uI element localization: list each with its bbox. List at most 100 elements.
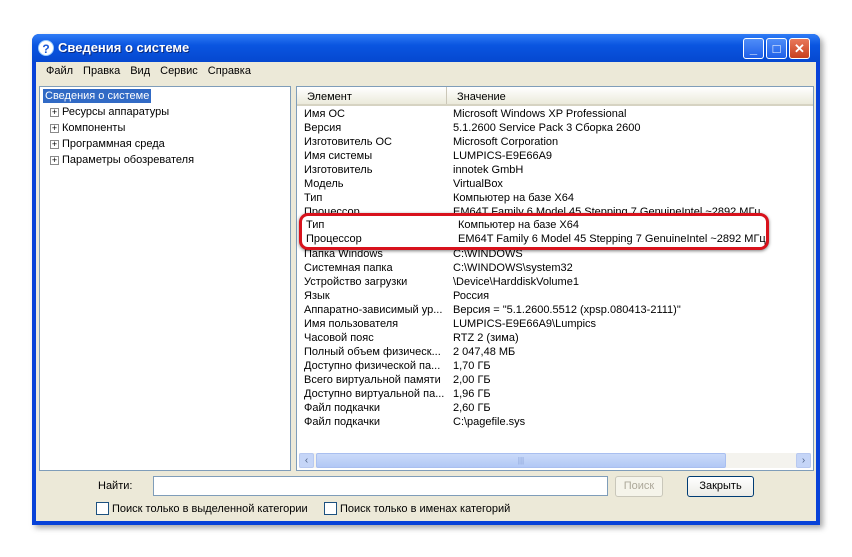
table-row[interactable]: Версия 5.1.2600 Service Pack 3 Сборка 260… [297,121,813,135]
row-value: Россия [453,290,490,302]
maximize-button[interactable]: □ [766,38,787,59]
row-item: Полный объем физическ... [304,346,441,358]
find-input[interactable] [153,476,608,496]
checkbox-box[interactable] [96,502,109,515]
horizontal-scrollbar[interactable]: ‹ ||| › [299,453,811,468]
scrollbar-thumb[interactable]: ||| [316,453,726,468]
row-item: Модель [304,178,344,190]
row-item: Устройство загрузки [304,276,408,288]
row-item: Доступно физической па... [304,360,441,372]
row-value: 1,70 ГБ [453,360,491,372]
table-row[interactable]: Доступно виртуальной па... 1,96 ГБ [297,387,813,401]
search-button[interactable]: Поиск [615,476,663,497]
row-value: Microsoft Corporation [453,136,559,148]
row-item: Имя ОС [304,108,345,120]
close-window-button[interactable]: ✕ [789,38,810,59]
row-item: Изготовитель [304,164,373,176]
close-button[interactable]: Закрыть [687,476,754,497]
row-item: Изготовитель ОС [304,136,392,148]
menu-edit[interactable]: Правка [78,62,125,80]
table-row[interactable]: Файл подкачки C:\pagefile.sys [297,415,813,429]
tree-item-browser[interactable]: + Параметры обозревателя [50,152,194,168]
expand-icon[interactable]: + [50,155,59,165]
highlighted-row[interactable]: Процессор EM64T Family 6 Model 45 Steppin… [302,232,766,246]
expand-icon[interactable]: + [50,107,59,117]
row-item: Аппаратно-зависимый ур... [304,304,443,316]
table-row[interactable]: Модель VirtualBox [297,177,813,191]
table-row[interactable]: Изготовитель ОС Microsoft Corporation [297,135,813,149]
system-info-window: ? Сведения о системе _ □ ✕ Файл Правка В… [32,34,820,525]
help-icon: ? [38,40,54,56]
table-row[interactable]: Полный объем физическ... 2 047,48 МБ [297,345,813,359]
checkbox-box[interactable] [324,502,337,515]
scroll-right-icon[interactable]: › [796,453,811,468]
title-bar[interactable]: ? Сведения о системе _ □ ✕ [32,34,820,62]
scroll-left-icon[interactable]: ‹ [299,453,314,468]
tree-item-software[interactable]: + Программная среда [50,136,165,152]
row-value: Компьютер на базе X64 [453,192,574,204]
category-tree[interactable]: Сведения о системе + Ресурсы аппаратуры +… [39,86,291,471]
list-rows: Имя ОС Microsoft Windows XP Professional В… [297,107,813,429]
expand-icon[interactable]: + [50,139,59,149]
tree-item-label: Программная среда [62,138,165,150]
row-value: 2,00 ГБ [453,374,491,386]
row-value: C:\pagefile.sys [453,416,526,428]
client-area: Файл Правка Вид Сервис Справка Сведения … [36,62,816,521]
table-row[interactable]: Доступно физической па... 1,70 ГБ [297,359,813,373]
row-item: Тип [304,192,323,204]
table-row[interactable]: Язык Россия [297,289,813,303]
table-row[interactable]: Изготовитель innotek GmbH [297,163,813,177]
checkbox-label: Поиск только в выделенной категории [112,502,308,515]
row-item: Версия [304,122,342,134]
checkbox-selected-category[interactable]: Поиск только в выделенной категории [96,502,308,515]
checkbox-label: Поиск только в именах категорий [340,502,511,515]
tree-item-hardware[interactable]: + Ресурсы аппаратуры [50,104,169,120]
row-value: RTZ 2 (зима) [453,332,519,344]
find-label: Найти: [98,480,133,492]
row-value: VirtualBox [453,178,503,190]
table-row[interactable]: Файл подкачки 2,60 ГБ [297,401,813,415]
tree-item-system-summary[interactable]: Сведения о системе [43,89,152,103]
row-value: EM64T Family 6 Model 45 Stepping 7 Genui… [458,233,766,245]
row-item: Доступно виртуальной па... [304,388,445,400]
column-header-value[interactable]: Значение [447,87,506,104]
table-row[interactable]: Имя ОС Microsoft Windows XP Professional [297,107,813,121]
table-row[interactable]: Всего виртуальной памяти 2,00 ГБ [297,373,813,387]
details-list[interactable]: Элемент Значение Имя ОС Microsoft Windows… [296,86,814,471]
expand-icon[interactable]: + [50,123,59,133]
menu-view[interactable]: Вид [125,62,155,80]
row-value: innotek GmbH [453,164,524,176]
menu-file[interactable]: Файл [41,62,78,80]
row-value: LUMPICS-E9E66A9\Lumpics [453,318,597,330]
row-item: Имя пользователя [304,318,399,330]
row-item: Процессор [306,233,362,245]
table-row[interactable]: Часовой пояс RTZ 2 (зима) [297,331,813,345]
tree-item-components[interactable]: + Компоненты [50,120,125,136]
highlighted-row[interactable]: Тип Компьютер на базе X64 [302,218,766,232]
row-value: Microsoft Windows XP Professional [453,108,627,120]
table-row[interactable]: Аппаратно-зависимый ур... Версия = "5.1.2… [297,303,813,317]
tree-item-label: Ресурсы аппаратуры [62,106,170,118]
menu-tools[interactable]: Сервис [155,62,203,80]
table-row[interactable]: Системная папка C:\WINDOWS\system32 [297,261,813,275]
window-title: Сведения о системе [58,40,190,55]
column-header-item[interactable]: Элемент [297,87,447,104]
table-row[interactable]: Тип Компьютер на базе X64 [297,191,813,205]
row-value: 2,60 ГБ [453,402,491,414]
table-row[interactable]: Имя пользователя LUMPICS-E9E66A9\Lumpics [297,317,813,331]
row-item: Тип [306,219,325,231]
table-row[interactable]: Имя системы LUMPICS-E9E66A9 [297,149,813,163]
table-row[interactable]: Устройство загрузки \Device\HarddiskVolum… [297,275,813,289]
row-item: Всего виртуальной памяти [304,374,441,386]
checkbox-category-names[interactable]: Поиск только в именах категорий [324,502,510,515]
row-value: Компьютер на базе X64 [458,219,579,231]
list-header: Элемент Значение [297,87,813,106]
row-item: Часовой пояс [304,332,374,344]
row-item: Файл подкачки [304,416,380,428]
menu-help[interactable]: Справка [203,62,256,80]
row-item: Файл подкачки [304,402,380,414]
row-value: LUMPICS-E9E66A9 [453,150,553,162]
menu-bar: Файл Правка Вид Сервис Справка [36,62,816,80]
minimize-button[interactable]: _ [743,38,764,59]
tree-item-label: Компоненты [62,122,126,134]
